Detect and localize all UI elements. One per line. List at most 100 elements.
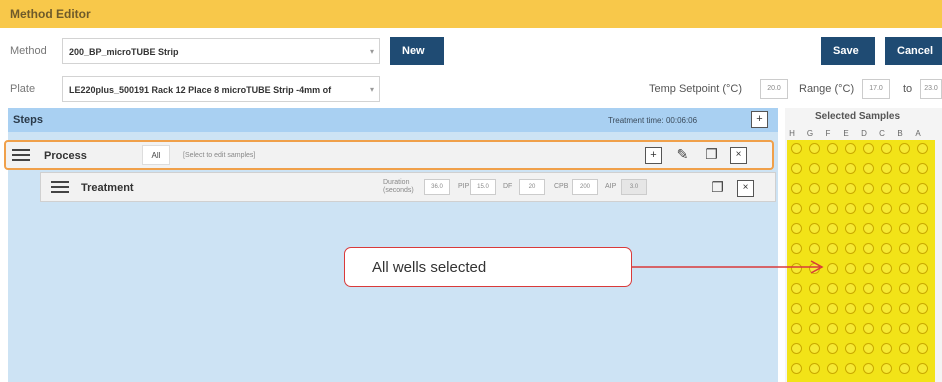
sample-well[interactable] <box>845 163 856 174</box>
delete-icon[interactable]: × <box>737 180 754 197</box>
sample-well[interactable] <box>845 243 856 254</box>
drag-handle-icon[interactable] <box>51 181 69 193</box>
sample-well[interactable] <box>899 223 910 234</box>
sample-well[interactable] <box>917 263 928 274</box>
sample-well[interactable] <box>863 143 874 154</box>
sample-well[interactable] <box>899 323 910 334</box>
sample-well[interactable] <box>899 263 910 274</box>
sample-well[interactable] <box>899 203 910 214</box>
new-button[interactable]: New <box>390 37 444 65</box>
sample-well[interactable] <box>845 283 856 294</box>
sample-well[interactable] <box>845 143 856 154</box>
sample-well[interactable] <box>917 283 928 294</box>
sample-well[interactable] <box>881 323 892 334</box>
sample-well[interactable] <box>881 243 892 254</box>
save-button[interactable]: Save <box>821 37 875 65</box>
sample-well[interactable] <box>917 363 928 374</box>
sample-well[interactable] <box>917 143 928 154</box>
sample-well[interactable] <box>827 283 838 294</box>
sample-well[interactable] <box>827 303 838 314</box>
sample-well[interactable] <box>791 343 802 354</box>
sample-well[interactable] <box>917 223 928 234</box>
sample-well[interactable] <box>791 283 802 294</box>
temp-setpoint-input[interactable]: 20.0 <box>760 79 788 99</box>
sample-well[interactable] <box>827 223 838 234</box>
sample-well[interactable] <box>809 143 820 154</box>
copy-icon[interactable]: ❐ <box>703 146 720 163</box>
sample-well[interactable] <box>827 143 838 154</box>
sample-well[interactable] <box>791 143 802 154</box>
sample-well[interactable] <box>917 183 928 194</box>
sample-well[interactable] <box>827 203 838 214</box>
sample-well[interactable] <box>881 183 892 194</box>
sample-well[interactable] <box>881 203 892 214</box>
plate-select[interactable]: LE220plus_500191 Rack 12 Place 8 microTU… <box>62 76 380 102</box>
sample-well[interactable] <box>845 203 856 214</box>
sample-well[interactable] <box>863 223 874 234</box>
sample-well[interactable] <box>899 183 910 194</box>
sample-well[interactable] <box>827 343 838 354</box>
sample-well[interactable] <box>881 363 892 374</box>
sample-well[interactable] <box>791 243 802 254</box>
sample-well[interactable] <box>791 223 802 234</box>
sample-well[interactable] <box>845 183 856 194</box>
sample-well[interactable] <box>899 143 910 154</box>
sample-well[interactable] <box>917 323 928 334</box>
sample-well[interactable] <box>809 343 820 354</box>
process-step-row[interactable]: Process All [Select to edit samples] + ✎… <box>4 140 774 170</box>
sample-well[interactable] <box>863 323 874 334</box>
sample-well[interactable] <box>863 243 874 254</box>
cpb-input[interactable]: 200 <box>572 179 598 195</box>
sample-well[interactable] <box>881 263 892 274</box>
sample-well[interactable] <box>899 283 910 294</box>
sample-well[interactable] <box>881 303 892 314</box>
sample-well[interactable] <box>809 363 820 374</box>
sample-well[interactable] <box>863 203 874 214</box>
duration-input[interactable]: 36.0 <box>424 179 450 195</box>
sample-well[interactable] <box>809 183 820 194</box>
sample-well[interactable] <box>863 283 874 294</box>
sample-well[interactable] <box>863 303 874 314</box>
sample-well[interactable] <box>791 163 802 174</box>
delete-icon[interactable]: × <box>730 147 747 164</box>
sample-well[interactable] <box>881 223 892 234</box>
sample-well[interactable] <box>917 343 928 354</box>
sample-well[interactable] <box>809 283 820 294</box>
sample-well[interactable] <box>791 323 802 334</box>
sample-well[interactable] <box>827 183 838 194</box>
sample-well[interactable] <box>899 363 910 374</box>
sample-well[interactable] <box>917 243 928 254</box>
sample-well[interactable] <box>845 223 856 234</box>
sample-well[interactable] <box>827 163 838 174</box>
sample-well[interactable] <box>899 343 910 354</box>
sample-well[interactable] <box>809 323 820 334</box>
sample-well[interactable] <box>809 243 820 254</box>
pip-input[interactable]: 15.0 <box>470 179 496 195</box>
range-min-input[interactable]: 17.0 <box>862 79 890 99</box>
sample-well[interactable] <box>827 243 838 254</box>
sample-well[interactable] <box>863 343 874 354</box>
sample-well[interactable] <box>863 263 874 274</box>
treatment-step-row[interactable]: Treatment Duration (seconds) 36.0 PIP 15… <box>40 172 776 202</box>
sample-well[interactable] <box>881 163 892 174</box>
sample-well[interactable] <box>791 183 802 194</box>
sample-well[interactable] <box>899 243 910 254</box>
sample-well[interactable] <box>917 163 928 174</box>
sample-well[interactable] <box>809 203 820 214</box>
add-substep-icon[interactable]: + <box>645 147 662 164</box>
sample-well[interactable] <box>827 363 838 374</box>
sample-well[interactable] <box>827 323 838 334</box>
drag-handle-icon[interactable] <box>12 149 30 161</box>
sample-well[interactable] <box>845 323 856 334</box>
sample-well[interactable] <box>881 143 892 154</box>
aip-input[interactable]: 3.0 <box>621 179 647 195</box>
sample-well[interactable] <box>845 303 856 314</box>
all-samples-toggle[interactable]: All <box>142 145 170 165</box>
sample-well[interactable] <box>863 163 874 174</box>
sample-well[interactable] <box>881 283 892 294</box>
sample-well[interactable] <box>863 183 874 194</box>
edit-icon[interactable]: ✎ <box>674 146 691 163</box>
sample-well[interactable] <box>809 223 820 234</box>
sample-well[interactable] <box>899 303 910 314</box>
sample-well[interactable] <box>881 343 892 354</box>
